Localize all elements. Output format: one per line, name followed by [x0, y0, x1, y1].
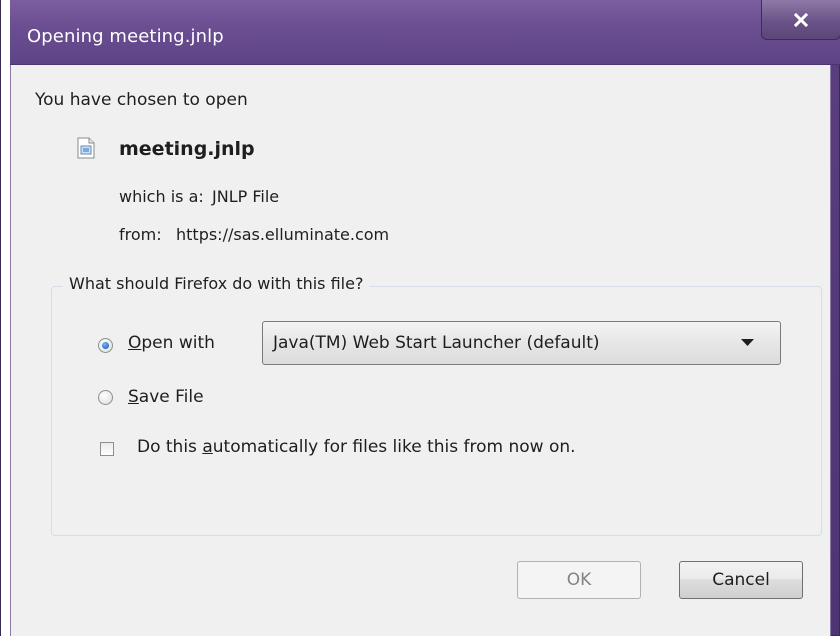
source-url: https://sas.elluminate.com — [176, 225, 390, 244]
chevron-down-icon — [741, 339, 754, 346]
open-with-label[interactable]: Open with — [128, 333, 215, 353]
application-select[interactable]: Java(TM) Web Start Launcher (default) — [262, 321, 781, 365]
window-title: Opening meeting.jnlp — [27, 26, 224, 47]
auto-action-accel: a — [202, 437, 213, 457]
window-left-edge — [1, 0, 10, 636]
close-button[interactable] — [761, 0, 840, 40]
jnlp-file-icon — [77, 137, 95, 159]
open-with-rest: pen with — [141, 333, 215, 353]
title-bar[interactable]: Opening meeting.jnlp — [10, 0, 840, 65]
file-type-value: JNLP File — [212, 187, 280, 206]
save-file-rest: ave File — [138, 387, 204, 407]
cancel-button[interactable]: Cancel — [679, 561, 803, 599]
auto-action-label[interactable]: Do this automatically for files like thi… — [137, 437, 576, 457]
file-type-label: which is a: — [119, 187, 204, 206]
application-select-value: Java(TM) Web Start Launcher (default) — [273, 333, 600, 353]
save-file-radio[interactable] — [98, 390, 113, 405]
action-group-legend: What should Firefox do with this file? — [63, 274, 370, 293]
intro-text: You have chosen to open — [35, 90, 248, 110]
dialog-body: You have chosen to open meeting.jnlp whi… — [10, 65, 831, 636]
ok-button[interactable]: OK — [517, 561, 641, 599]
open-with-accel: O — [128, 333, 142, 353]
file-name: meeting.jnlp — [119, 138, 255, 160]
auto-action-rest: utomatically for files like this from no… — [212, 437, 576, 457]
open-with-radio[interactable] — [98, 338, 113, 353]
save-file-label[interactable]: Save File — [128, 387, 204, 407]
save-file-accel: S — [128, 387, 139, 407]
auto-action-checkbox[interactable] — [100, 442, 114, 456]
close-icon — [794, 12, 808, 27]
auto-action-prefix: Do this — [137, 437, 203, 457]
download-dialog-window: Opening meeting.jnlp You have chosen to … — [0, 0, 840, 636]
source-label: from: — [119, 225, 162, 244]
